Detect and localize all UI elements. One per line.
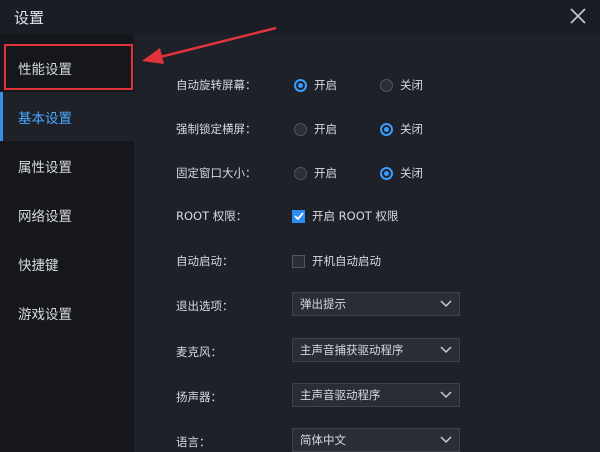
sidebar-item-label: 网络设置 bbox=[18, 208, 72, 225]
sidebar-item-shortcuts[interactable]: 快捷键 bbox=[0, 239, 134, 288]
option-label: 开启 bbox=[314, 78, 337, 92]
option-label: 开启 ROOT 权限 bbox=[312, 209, 399, 223]
autostart-checkbox-option[interactable]: 开机自动启动 bbox=[292, 253, 381, 269]
chevron-down-icon bbox=[440, 300, 452, 308]
option-label: 开启 bbox=[314, 122, 337, 136]
exit-option-label: 退出选项： bbox=[176, 299, 234, 313]
radio-selected[interactable] bbox=[294, 78, 307, 92]
microphone-select[interactable]: 主声音捕获驱动程序 bbox=[292, 338, 460, 362]
root-label: ROOT 权限： bbox=[176, 209, 248, 223]
chevron-down-icon bbox=[440, 436, 452, 444]
force-landscape-label: 强制锁定横屏： bbox=[176, 122, 257, 136]
title-bar: 设置 bbox=[0, 0, 600, 34]
radio-unselected[interactable] bbox=[294, 122, 307, 136]
auto-rotate-label: 自动旋转屏幕： bbox=[176, 78, 257, 92]
option-label: 关闭 bbox=[400, 166, 423, 180]
option-label: 开启 bbox=[314, 166, 337, 180]
sidebar-item-basic[interactable]: 基本设置 bbox=[0, 92, 134, 141]
speaker-select[interactable]: 主声音驱动程序 bbox=[292, 383, 460, 407]
option-label: 关闭 bbox=[400, 122, 423, 136]
radio-unselected[interactable] bbox=[294, 166, 307, 180]
autostart-label: 自动启动： bbox=[176, 254, 234, 268]
chevron-down-icon bbox=[440, 346, 452, 354]
select-value: 主声音捕获驱动程序 bbox=[300, 343, 404, 357]
root-checkbox-option[interactable]: 开启 ROOT 权限 bbox=[292, 208, 398, 224]
chevron-down-icon bbox=[440, 391, 452, 399]
speaker-label: 扬声器： bbox=[176, 390, 222, 404]
sidebar-item-properties[interactable]: 属性设置 bbox=[0, 141, 134, 190]
close-icon[interactable] bbox=[566, 4, 590, 28]
checkmark-icon bbox=[293, 212, 304, 220]
sidebar-item-games[interactable]: 游戏设置 bbox=[0, 288, 134, 337]
option-label: 关闭 bbox=[400, 78, 423, 92]
window-title: 设置 bbox=[14, 9, 45, 27]
sidebar-item-label: 属性设置 bbox=[18, 159, 72, 176]
radio-selected[interactable] bbox=[380, 166, 393, 180]
select-value: 简体中文 bbox=[300, 433, 346, 447]
select-value: 主声音驱动程序 bbox=[300, 388, 381, 402]
highlight-box bbox=[4, 44, 133, 90]
microphone-label: 麦克风： bbox=[176, 345, 222, 359]
exit-option-select[interactable]: 弹出提示 bbox=[292, 292, 460, 316]
select-value: 弹出提示 bbox=[300, 297, 346, 311]
radio-selected[interactable] bbox=[380, 122, 393, 136]
force-landscape-on-option[interactable]: 开启 bbox=[294, 121, 337, 137]
language-label: 语言： bbox=[176, 435, 211, 449]
fixed-window-on-option[interactable]: 开启 bbox=[294, 165, 337, 181]
autostart-checkbox[interactable] bbox=[292, 254, 305, 268]
sidebar: 性能设置 基本设置 属性设置 网络设置 快捷键 游戏设置 bbox=[0, 34, 134, 452]
arrow-icon bbox=[142, 26, 277, 64]
sidebar-item-label: 基本设置 bbox=[18, 110, 72, 127]
auto-rotate-on-option[interactable]: 开启 bbox=[294, 77, 337, 93]
option-label: 开机自动启动 bbox=[312, 254, 381, 268]
sidebar-item-label: 快捷键 bbox=[18, 257, 59, 274]
radio-unselected[interactable] bbox=[380, 78, 393, 92]
sidebar-item-label: 游戏设置 bbox=[18, 306, 72, 323]
auto-rotate-off-option[interactable]: 关闭 bbox=[380, 77, 423, 93]
fixed-window-label: 固定窗口大小： bbox=[176, 166, 257, 180]
sidebar-item-network[interactable]: 网络设置 bbox=[0, 190, 134, 239]
force-landscape-off-option[interactable]: 关闭 bbox=[380, 121, 423, 137]
root-checkbox[interactable] bbox=[292, 209, 305, 223]
language-select[interactable]: 简体中文 bbox=[292, 428, 460, 452]
fixed-window-off-option[interactable]: 关闭 bbox=[380, 165, 423, 181]
